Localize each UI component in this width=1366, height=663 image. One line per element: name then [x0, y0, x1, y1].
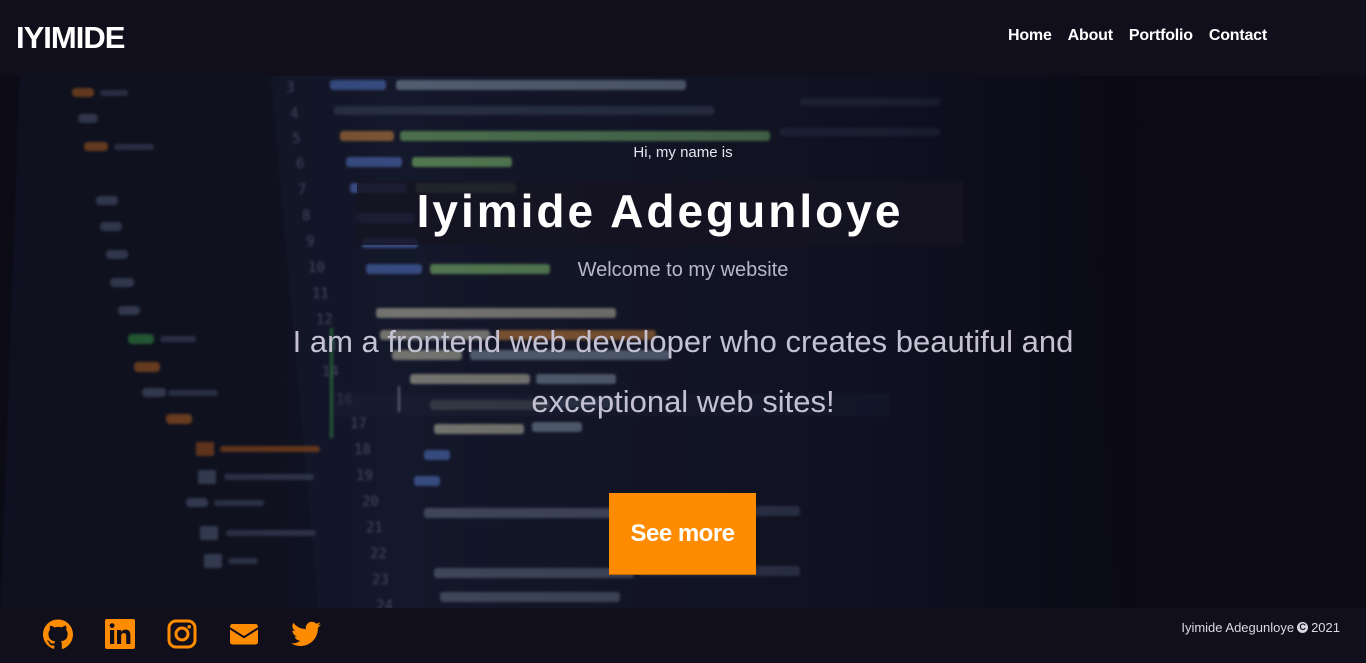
copyright-name: Iyimide Adegunloye: [1181, 620, 1295, 635]
nav-link-home[interactable]: Home: [1008, 27, 1052, 45]
copyright-year: 2021: [1311, 620, 1340, 635]
nav-link-about[interactable]: About: [1068, 27, 1113, 45]
github-link[interactable]: [42, 618, 74, 650]
linkedin-link[interactable]: [104, 618, 136, 650]
email-icon: [230, 624, 258, 645]
copyright: Iyimide Adegunloye C 2021: [1181, 620, 1340, 635]
hero-name: Iyimide Adegunloye: [416, 185, 904, 237]
copyright-icon: C: [1297, 622, 1309, 633]
instagram-link[interactable]: [166, 618, 198, 650]
instagram-icon: [167, 619, 197, 649]
navbar: IYIMIDE Home About Portfolio Contact: [0, 0, 1366, 76]
page: IYIMIDE Home About Portfolio Contact Hi,…: [0, 0, 1366, 663]
greeting-text: Hi, my name is: [633, 144, 733, 161]
brand-logo[interactable]: IYIMIDE: [16, 20, 125, 56]
twitter-link[interactable]: [290, 618, 322, 650]
nav-link-contact[interactable]: Contact: [1209, 27, 1267, 45]
github-icon: [43, 619, 73, 649]
social-links: [42, 618, 322, 650]
footer: Iyimide Adegunloye C 2021: [0, 608, 1366, 663]
nav-link-portfolio[interactable]: Portfolio: [1129, 27, 1193, 45]
linkedin-icon: [105, 619, 135, 649]
email-link[interactable]: [228, 618, 260, 650]
see-more-button[interactable]: See more: [609, 493, 756, 574]
welcome-text: Welcome to my website: [577, 259, 789, 281]
twitter-icon: [291, 621, 321, 647]
hero-tagline: I am a frontend web developer who create…: [292, 324, 1074, 419]
nav-links: Home About Portfolio Contact: [1008, 27, 1267, 45]
